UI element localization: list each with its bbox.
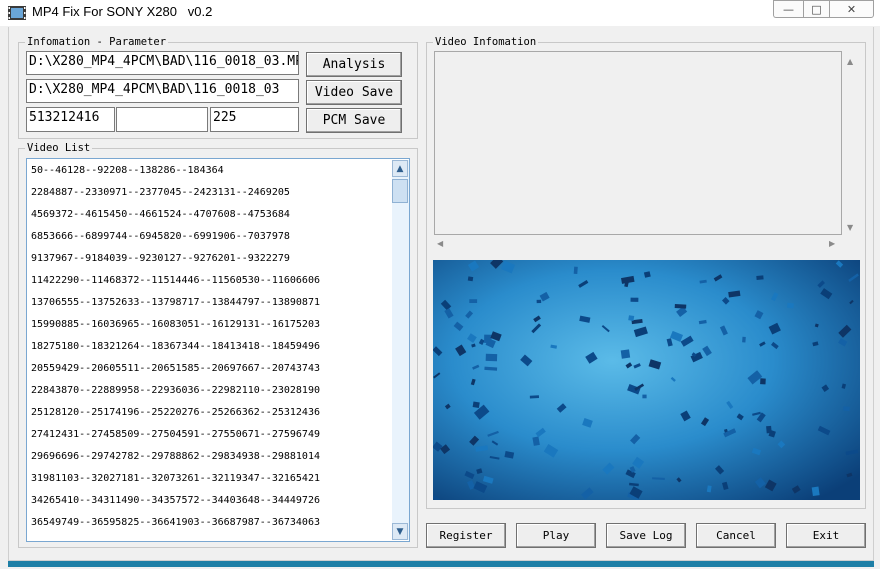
list-item[interactable]: 20559429--20605511--20651585--20697667--… bbox=[31, 363, 320, 374]
cancel-button[interactable]: Cancel bbox=[696, 523, 776, 548]
maximize-button[interactable]: □ bbox=[803, 0, 829, 18]
video-list[interactable]: 50--46128--92208--138286--184364 2284887-… bbox=[26, 158, 410, 542]
close-button[interactable]: ✕ bbox=[829, 0, 874, 18]
video-list-scrollbar[interactable]: ▲ ▼ bbox=[392, 160, 409, 540]
film-strip-icon bbox=[8, 6, 26, 20]
pcm-save-button[interactable]: PCM Save bbox=[306, 108, 402, 133]
play-button[interactable]: Play bbox=[516, 523, 596, 548]
value-1-field[interactable]: 513212416 bbox=[26, 107, 115, 132]
preview-shard bbox=[467, 276, 474, 282]
list-item[interactable]: 31981103--32027181--32073261--32119347--… bbox=[31, 473, 320, 484]
scroll-up-icon[interactable]: ▲ bbox=[392, 160, 408, 177]
source-path-field[interactable]: D:\X280_MP4_4PCM\BAD\116_0018_03.MP4 bbox=[26, 51, 299, 75]
output-path-field[interactable]: D:\X280_MP4_4PCM\BAD\116_0018_03 bbox=[26, 79, 299, 103]
preview-shard bbox=[472, 401, 480, 409]
list-item[interactable]: 18275180--18321264--18367344--18413418--… bbox=[31, 341, 320, 352]
preview-shard bbox=[674, 304, 687, 309]
list-item[interactable]: 13706555--13752633--13798717--13844797--… bbox=[31, 297, 320, 308]
list-item[interactable]: 22843870--22889958--22936036--22982110--… bbox=[31, 385, 320, 396]
info-scroll-right-icon[interactable]: ▶ bbox=[829, 239, 835, 248]
list-item[interactable]: 29696696--29742782--29788862--29834938--… bbox=[31, 451, 320, 462]
video-info-textbox[interactable] bbox=[434, 51, 842, 235]
preview-shard bbox=[469, 299, 478, 303]
list-item[interactable]: 27412431--27458509--27504591--27550671--… bbox=[31, 429, 320, 440]
list-item[interactable]: 25128120--25174196--25220276--25266362--… bbox=[31, 407, 320, 418]
info-scroll-down-icon[interactable]: ▼ bbox=[847, 223, 853, 232]
list-item[interactable]: 11422290--11468372--11514446--11560530--… bbox=[31, 275, 320, 286]
preview-shard bbox=[573, 266, 578, 275]
preview-shard bbox=[786, 302, 794, 309]
value-3-field[interactable]: 225 bbox=[210, 107, 299, 132]
preview-shard bbox=[620, 349, 631, 359]
video-save-button[interactable]: Video Save bbox=[306, 80, 402, 105]
list-item[interactable]: 9137967--9184039--9230127--9276201--9322… bbox=[31, 253, 290, 264]
preview-shard bbox=[642, 394, 647, 399]
minimize-button[interactable]: — bbox=[773, 0, 803, 18]
register-button[interactable]: Register bbox=[426, 523, 506, 548]
window-title: MP4 Fix For SONY X280 v0.2 bbox=[32, 4, 213, 19]
video-preview bbox=[433, 260, 860, 500]
list-item[interactable]: 6853666--6899744--6945820--6991906--7037… bbox=[31, 231, 290, 242]
bottom-accent-strip bbox=[8, 561, 874, 567]
preview-shard bbox=[811, 486, 820, 497]
preview-shard bbox=[485, 353, 498, 362]
list-item[interactable]: 50--46128--92208--138286--184364 bbox=[31, 165, 224, 176]
preview-shard bbox=[843, 406, 850, 412]
scrollbar-thumb[interactable] bbox=[392, 179, 408, 203]
video-preview-frame bbox=[433, 260, 860, 500]
preview-shard bbox=[760, 378, 766, 385]
preview-shard bbox=[630, 297, 639, 302]
scroll-down-icon[interactable]: ▼ bbox=[392, 523, 408, 540]
info-scroll-left-icon[interactable]: ◀ bbox=[437, 239, 443, 248]
exit-button[interactable]: Exit bbox=[786, 523, 866, 548]
preview-shard bbox=[766, 425, 772, 434]
list-item[interactable]: 2284887--2330971--2377045--2423131--2469… bbox=[31, 187, 290, 198]
video-list-label: Video List bbox=[25, 142, 93, 154]
preview-shard bbox=[536, 299, 542, 304]
info-scroll-up-icon[interactable]: ▲ bbox=[847, 57, 853, 66]
preview-shard bbox=[742, 336, 746, 343]
list-item[interactable]: 36549749--36595825--36641903--36687987--… bbox=[31, 517, 320, 528]
list-item[interactable]: 15990885--16036965--16083051--16129131--… bbox=[31, 319, 320, 330]
preview-shard bbox=[756, 275, 764, 280]
list-item[interactable]: 4569372--4615450--4661524--4707608--4753… bbox=[31, 209, 290, 220]
value-2-field[interactable] bbox=[116, 107, 208, 132]
video-info-label: Video Infomation bbox=[433, 36, 539, 48]
save-log-button[interactable]: Save Log bbox=[606, 523, 686, 548]
preview-shard bbox=[529, 395, 540, 399]
preview-shard bbox=[484, 334, 492, 344]
analysis-button[interactable]: Analysis bbox=[306, 52, 402, 77]
list-item[interactable]: 34265410--34311490--34357572--34403648--… bbox=[31, 495, 320, 506]
info-parameter-label: Infomation - Parameter bbox=[25, 36, 169, 48]
preview-shard bbox=[628, 315, 635, 321]
